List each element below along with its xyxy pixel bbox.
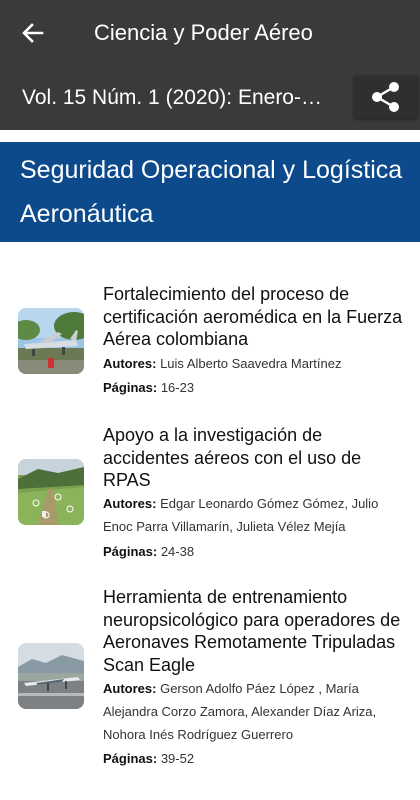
article-authors: Autores: Edgar Leonardo Gómez Gómez, Jul…	[103, 492, 403, 538]
pages-label: Páginas:	[103, 380, 158, 395]
issue-title: Vol. 15 Núm. 1 (2020): Enero-Junio	[22, 86, 332, 109]
article-title: Apoyo a la investigación de accidentes a…	[103, 425, 362, 490]
authors-label: Autores:	[103, 681, 157, 696]
pages-value: 16-23	[160, 380, 195, 395]
section-header: Seguridad Operacional y Logística Aeroná…	[0, 142, 420, 242]
share-icon	[372, 82, 399, 112]
app-title: Ciencia y Poder Aéreo	[94, 20, 313, 45]
pages-label: Páginas:	[103, 751, 158, 766]
article-item[interactable]: Apoyo a la investigación de accidentes a…	[0, 423, 420, 568]
article-pages: Páginas: 24-38	[103, 540, 403, 563]
article-thumbnail	[18, 308, 84, 374]
pages-label: Páginas:	[103, 544, 158, 559]
article-item[interactable]: Herramienta de entrenamiento neuropsicol…	[0, 585, 420, 775]
arrow-back-icon	[22, 23, 44, 43]
article-title: Fortalecimiento del proceso de certifica…	[103, 284, 403, 349]
back-button[interactable]	[16, 16, 50, 50]
authors-value: Luis Alberto Saavedra Martínez	[160, 356, 342, 371]
article-pages: Páginas: 39-52	[103, 747, 403, 770]
article-thumbnail	[18, 459, 84, 525]
article-item[interactable]: Fortalecimiento del proceso de certifica…	[0, 282, 420, 407]
section-title: Seguridad Operacional y Logística Aeroná…	[20, 156, 403, 228]
article-authors: Autores: Gerson Adolfo Páez López , Marí…	[103, 677, 403, 746]
authors-label: Autores:	[103, 496, 157, 511]
article-title: Herramienta de entrenamiento neuropsicol…	[103, 587, 401, 675]
app-bar: Ciencia y Poder Aéreo Vol. 15 Núm. 1 (20…	[0, 0, 420, 130]
pages-value: 24-38	[160, 544, 195, 559]
article-pages: Páginas: 16-23	[103, 376, 403, 399]
article-authors: Autores: Luis Alberto Saavedra Martínez	[103, 352, 403, 375]
share-button[interactable]	[354, 76, 418, 118]
authors-label: Autores:	[103, 356, 157, 371]
article-thumbnail	[18, 643, 84, 709]
pages-value: 39-52	[160, 751, 195, 766]
